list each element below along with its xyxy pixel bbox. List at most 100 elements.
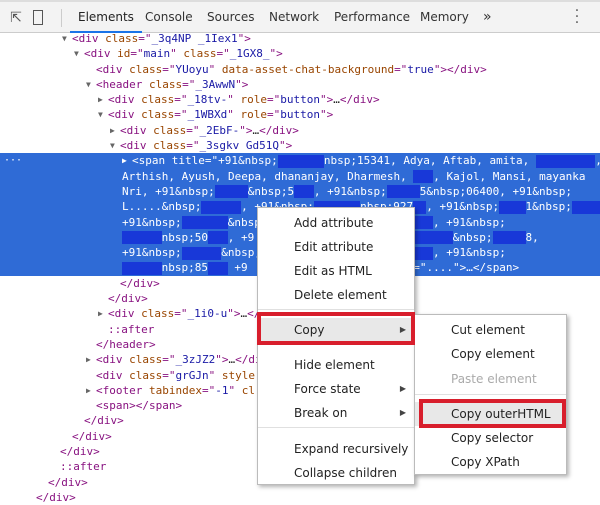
attribute-name: id: [117, 47, 131, 61]
tag-text: =": [216, 47, 230, 61]
attribute-value: ,: [595, 154, 600, 167]
tag-text: <div: [96, 353, 130, 367]
menu-item-label: Edit attribute: [294, 240, 374, 254]
tag-text: <div: [96, 62, 130, 76]
menu-item-force-state[interactable]: Force state ▶: [258, 377, 414, 401]
node-markup: <div class="_3q4NP _1Iex1">: [72, 31, 251, 46]
tag-text: </div>: [84, 414, 124, 428]
more-tabs-button[interactable]: »: [483, 2, 492, 33]
tab-sources[interactable]: Sources: [207, 2, 254, 33]
tab-memory[interactable]: Memory: [420, 2, 469, 33]
attribute-name: data-asset-chat-background: [221, 62, 395, 76]
menu-item-label: Cut element: [451, 323, 525, 337]
dom-node-line[interactable]: ▶ <div class="_18tv-" role="button">…</di…: [0, 92, 600, 107]
dom-node-line[interactable]: ▼ <header class="_3AwwN">: [0, 77, 600, 92]
menu-item-label: Paste element: [451, 372, 537, 386]
menu-item-edit-as-html[interactable]: Edit as HTML: [258, 259, 414, 283]
selected-node-line[interactable]: ··· ▶ <span title="+91&nbsp; nbsp;15341, Ad…: [0, 153, 600, 169]
attribute-value: , +91&nbsp;: [432, 215, 506, 229]
tag-text: <span: [132, 154, 172, 168]
attribute-value: , +9: [227, 230, 255, 244]
collapse-arrow-icon[interactable]: ▼: [110, 138, 115, 153]
attribute-name: tabindex: [148, 383, 202, 397]
attribute-value: 8,: [525, 230, 539, 244]
tab-console[interactable]: Console: [145, 2, 193, 33]
dom-node-line[interactable]: ▼ <div id="main" class="_1GX8_">: [0, 46, 600, 61]
expand-arrow-icon[interactable]: ▶: [86, 352, 91, 367]
submenu-item-copy-element[interactable]: Copy element: [415, 342, 566, 366]
menu-item-label: Hide element: [294, 358, 375, 372]
tag-text: </div>: [108, 292, 148, 306]
submenu-item-cut-element[interactable]: Cut element: [415, 318, 566, 342]
kebab-menu-icon[interactable]: · · ·: [572, 4, 582, 30]
node-markup: </div>: [84, 413, 124, 428]
attribute-name: style: [221, 368, 255, 382]
menu-item-hide-element[interactable]: Hide element: [258, 353, 414, 377]
submenu-item-copy-xpath[interactable]: Copy XPath: [415, 450, 566, 474]
selected-node-line[interactable]: Nri, +91&nbsp; &nbsp;5 , +91&nbsp; 5&nbsp;0…: [0, 183, 600, 200]
menu-item-edit-attribute[interactable]: Edit attribute: [258, 235, 414, 259]
tag-text: </div>: [60, 445, 100, 459]
attribute-value: &nbsp;: [452, 230, 493, 244]
expand-arrow-icon[interactable]: ▶: [110, 123, 115, 138]
tag-text: <header: [96, 77, 149, 91]
expand-arrow-icon[interactable]: ▶: [98, 306, 103, 321]
redacted-block: [535, 154, 596, 168]
tag-text: </header>: [96, 337, 156, 351]
dom-node-line[interactable]: ▼ <div class="_3sgkv Gd51Q">: [0, 138, 600, 153]
submenu-item-paste-element[interactable]: Paste element: [415, 367, 566, 391]
submenu-item-copy-outerhtml[interactable]: Copy outerHTML: [415, 402, 566, 426]
attribute-name: class: [141, 93, 175, 107]
dom-node-line[interactable]: <div class="YUoyu" data-asset-chat-backg…: [0, 62, 600, 77]
device-toolbar-icon[interactable]: [33, 10, 43, 25]
expand-arrow-icon[interactable]: ▶: [98, 92, 103, 107]
dom-node-line[interactable]: ▼ <div class="_3q4NP _1Iex1">: [0, 31, 600, 46]
selected-node-line[interactable]: Arthish, Ayush, Deepa, dhananjay, Dharme…: [0, 168, 600, 184]
collapse-arrow-icon[interactable]: ▼: [74, 46, 79, 61]
tag-text: </div>: [36, 490, 76, 504]
attribute-value: , +91&nbsp;: [432, 246, 506, 260]
dom-node-line[interactable]: ▶ <div class="_2EbF-">…</div>: [0, 123, 600, 138]
attribute-value: true: [407, 62, 434, 76]
menu-item-break-on[interactable]: Break on ▶: [258, 401, 414, 425]
submenu-arrow-icon: ▶: [399, 408, 406, 417]
tag-text: ": [208, 62, 222, 76]
tag-text: ": [208, 368, 222, 382]
submenu-item-copy-selector[interactable]: Copy selector: [415, 426, 566, 450]
attribute-name: role: [240, 93, 268, 107]
tag-text: =": [204, 154, 219, 168]
tag-text: <footer: [96, 383, 149, 397]
menu-item-delete-element[interactable]: Delete element: [258, 283, 414, 307]
tag-text: =": [267, 108, 281, 122]
collapse-arrow-icon[interactable]: ▼: [62, 31, 67, 46]
menu-item-collapse-children[interactable]: Collapse children: [258, 461, 414, 485]
menu-item-add-attribute[interactable]: Add attribute: [258, 211, 414, 235]
attribute-value: _1WBXd: [187, 108, 228, 122]
tab-performance[interactable]: Performance: [334, 2, 410, 33]
node-actions-ellipsis[interactable]: ···: [4, 153, 22, 168]
menu-separator: [415, 394, 566, 395]
menu-item-label: Copy XPath: [451, 455, 520, 469]
menu-item-copy[interactable]: Copy ▶: [258, 318, 414, 342]
submenu-arrow-icon: ▶: [399, 384, 406, 393]
inspect-element-icon[interactable]: ⇱: [8, 10, 24, 26]
menu-item-label: Force state: [294, 382, 361, 396]
expand-arrow-icon[interactable]: ▶: [122, 153, 127, 168]
tab-elements[interactable]: Elements: [70, 2, 142, 33]
attribute-value: +91&nbsp;: [122, 246, 182, 260]
tag-text: ": [228, 383, 242, 397]
collapse-arrow-icon[interactable]: ▼: [98, 107, 103, 122]
redacted-block: [413, 170, 434, 184]
menu-item-label: Edit as HTML: [294, 264, 372, 278]
dom-node-line[interactable]: </div>: [0, 490, 600, 505]
attribute-name: class: [129, 62, 163, 76]
collapse-arrow-icon[interactable]: ▼: [86, 77, 91, 92]
expand-arrow-icon[interactable]: ▶: [86, 383, 91, 398]
redacted-block: [122, 231, 162, 245]
dom-node-line[interactable]: ▼ <div class="_1WBXd" role="button">: [0, 107, 600, 122]
attribute-value: Nri, +91&nbsp;: [122, 184, 215, 198]
menu-item-expand-recursively[interactable]: Expand recursively: [258, 437, 414, 461]
tab-network[interactable]: Network: [269, 2, 319, 33]
attribute-value: grGJn: [175, 368, 209, 382]
node-markup: <div id="main" class="_1GX8_">: [84, 46, 283, 61]
